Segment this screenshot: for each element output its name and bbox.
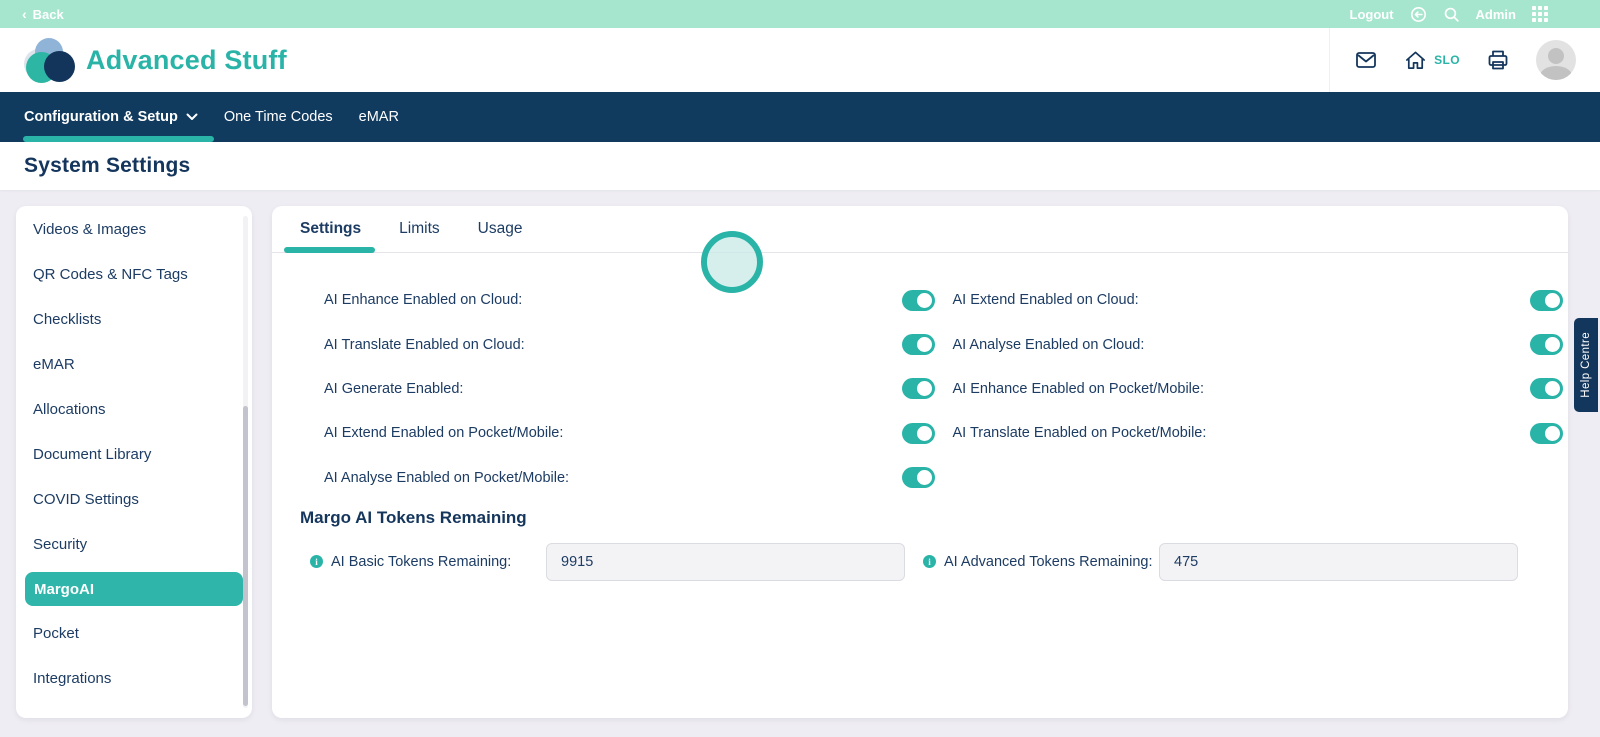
toggle-label: AI Extend Enabled on Cloud: [952,292,1139,309]
token-label: AI Basic Tokens Remaining: [331,553,512,570]
home-icon [1404,49,1427,72]
toggle-label: AI Extend Enabled on Pocket/Mobile: [324,425,564,442]
sidebar-item-document-library[interactable]: Document Library [16,432,252,477]
help-centre-label: Help Centre [1580,332,1592,398]
chevron-down-icon [186,113,198,121]
sidebar-item-videos-images[interactable]: Videos & Images [16,207,252,252]
apps-grid-icon[interactable] [1532,6,1548,22]
toggle-label: AI Analyse Enabled on Pocket/Mobile: [324,469,570,486]
ai-basic-tokens-input[interactable] [546,542,905,581]
tab-usage[interactable]: Usage [478,220,523,238]
toggle-row: AI Analyse Enabled on Cloud: [952,322,1563,366]
toggle-label: AI Generate Enabled: [324,380,464,397]
topbar-actions: Logout Admin [1350,6,1548,23]
back-label: Back [32,6,64,22]
toggle-row: AI Enhance Enabled on Pocket/Mobile: [952,367,1563,411]
home-site-label: SLO [1434,53,1460,67]
print-icon[interactable] [1486,48,1510,72]
mail-icon[interactable] [1354,48,1378,72]
nav-item-emar[interactable]: eMAR [359,92,399,142]
back-chevron-icon: ‹ [22,6,27,22]
token-label: AI Advanced Tokens Remaining: [944,553,1153,570]
toggle-grid: AI Enhance Enabled on Cloud: AI Extend E… [324,278,1563,500]
tab-settings[interactable]: Settings [283,220,376,253]
nav-item-label: One Time Codes [223,109,333,125]
brand: Advanced Stuff [24,37,287,83]
sidebar-item-emar[interactable]: eMAR [16,342,252,387]
logout-button[interactable]: Logout [1350,7,1394,22]
info-icon[interactable] [310,555,323,569]
nav-item-configuration-setup[interactable]: Configuration & Setup [23,92,214,142]
margoai-settings-panel: Settings Limits Usage AI Enhance Enabled… [272,206,1568,718]
toggle-row: AI Generate Enabled: [324,367,935,411]
toggle-ai-translate-pocket[interactable] [1530,422,1563,444]
nav-item-label: Configuration & Setup [24,109,178,125]
toggle-label: AI Translate Enabled on Pocket/Mobile: [952,425,1207,442]
help-centre-tab[interactable]: Help Centre [1574,318,1598,412]
toggle-label: AI Enhance Enabled on Pocket/Mobile: [952,380,1205,397]
home-group[interactable]: SLO [1404,49,1460,72]
sidebar-item-margoai[interactable]: MargoAI [25,572,243,606]
toggle-row: AI Enhance Enabled on Cloud: [324,278,935,322]
logout-icon[interactable] [1410,6,1427,23]
page-title-bar: System Settings [0,142,1600,190]
toggle-label: AI Enhance Enabled on Cloud: [324,292,523,309]
brand-name: Advanced Stuff [86,44,287,75]
toggle-row: AI Analyse Enabled on Pocket/Mobile: [324,456,935,500]
toggle-ai-enhance-cloud[interactable] [901,289,935,311]
search-icon[interactable] [1443,6,1460,23]
sidebar-item-security[interactable]: Security [16,522,252,567]
sidebar-scrollbar-thumb[interactable] [243,406,248,706]
sidebar-item-qr-codes-nfc-tags[interactable]: QR Codes & NFC Tags [16,252,252,297]
toggle-row: AI Extend Enabled on Pocket/Mobile: [324,411,935,455]
settings-sidebar: Videos & Images QR Codes & NFC Tags Chec… [16,206,252,718]
toggle-ai-analyse-pocket[interactable] [901,467,935,489]
token-field-advanced: AI Advanced Tokens Remaining: [923,542,1518,581]
toggle-ai-extend-pocket[interactable] [901,422,935,444]
admin-menu-button[interactable]: Admin [1476,7,1516,22]
back-button[interactable]: ‹ Back [22,7,64,22]
toggle-row: AI Translate Enabled on Pocket/Mobile: [952,411,1563,455]
toggle-ai-extend-cloud[interactable] [1530,289,1563,311]
sidebar-item-integrations[interactable]: Integrations [16,656,252,701]
header-actions: SLO [1329,28,1576,92]
tab-limits[interactable]: Limits [399,220,439,238]
nav-item-label: eMAR [358,109,399,125]
page-title: System Settings [24,154,191,177]
app-header: Advanced Stuff SLO [0,28,1600,92]
main-nav: Configuration & Setup One Time Codes eMA… [0,92,1600,142]
toggle-label: AI Translate Enabled on Cloud: [324,336,525,353]
loading-spinner-circle [701,231,763,293]
info-icon[interactable] [923,555,936,569]
brand-logo-icon [24,37,75,83]
toggle-ai-generate[interactable] [901,378,935,400]
nav-item-one-time-codes[interactable]: One Time Codes [224,92,333,142]
sidebar-item-covid-settings[interactable]: COVID Settings [16,477,252,522]
ai-advanced-tokens-input[interactable] [1159,542,1518,581]
avatar[interactable] [1536,40,1576,80]
sidebar-item-allocations[interactable]: Allocations [16,387,252,432]
token-grid: AI Basic Tokens Remaining: AI Advanced T… [310,542,1518,581]
token-field-basic: AI Basic Tokens Remaining: [310,542,905,581]
sidebar-item-pocket[interactable]: Pocket [16,611,252,656]
toggle-row: AI Translate Enabled on Cloud: [324,322,935,366]
top-utility-bar: ‹ Back Logout Admin [0,0,1600,28]
tab-strip: Settings Limits Usage [272,206,1568,253]
toggle-ai-enhance-pocket[interactable] [1530,378,1563,400]
tokens-section-heading: Margo AI Tokens Remaining [300,507,527,527]
toggle-label: AI Analyse Enabled on Cloud: [952,336,1145,353]
sidebar-item-checklists[interactable]: Checklists [16,297,252,342]
toggle-ai-analyse-cloud[interactable] [1530,334,1563,356]
toggle-row: AI Extend Enabled on Cloud: [952,278,1563,322]
toggle-ai-translate-cloud[interactable] [901,334,935,356]
